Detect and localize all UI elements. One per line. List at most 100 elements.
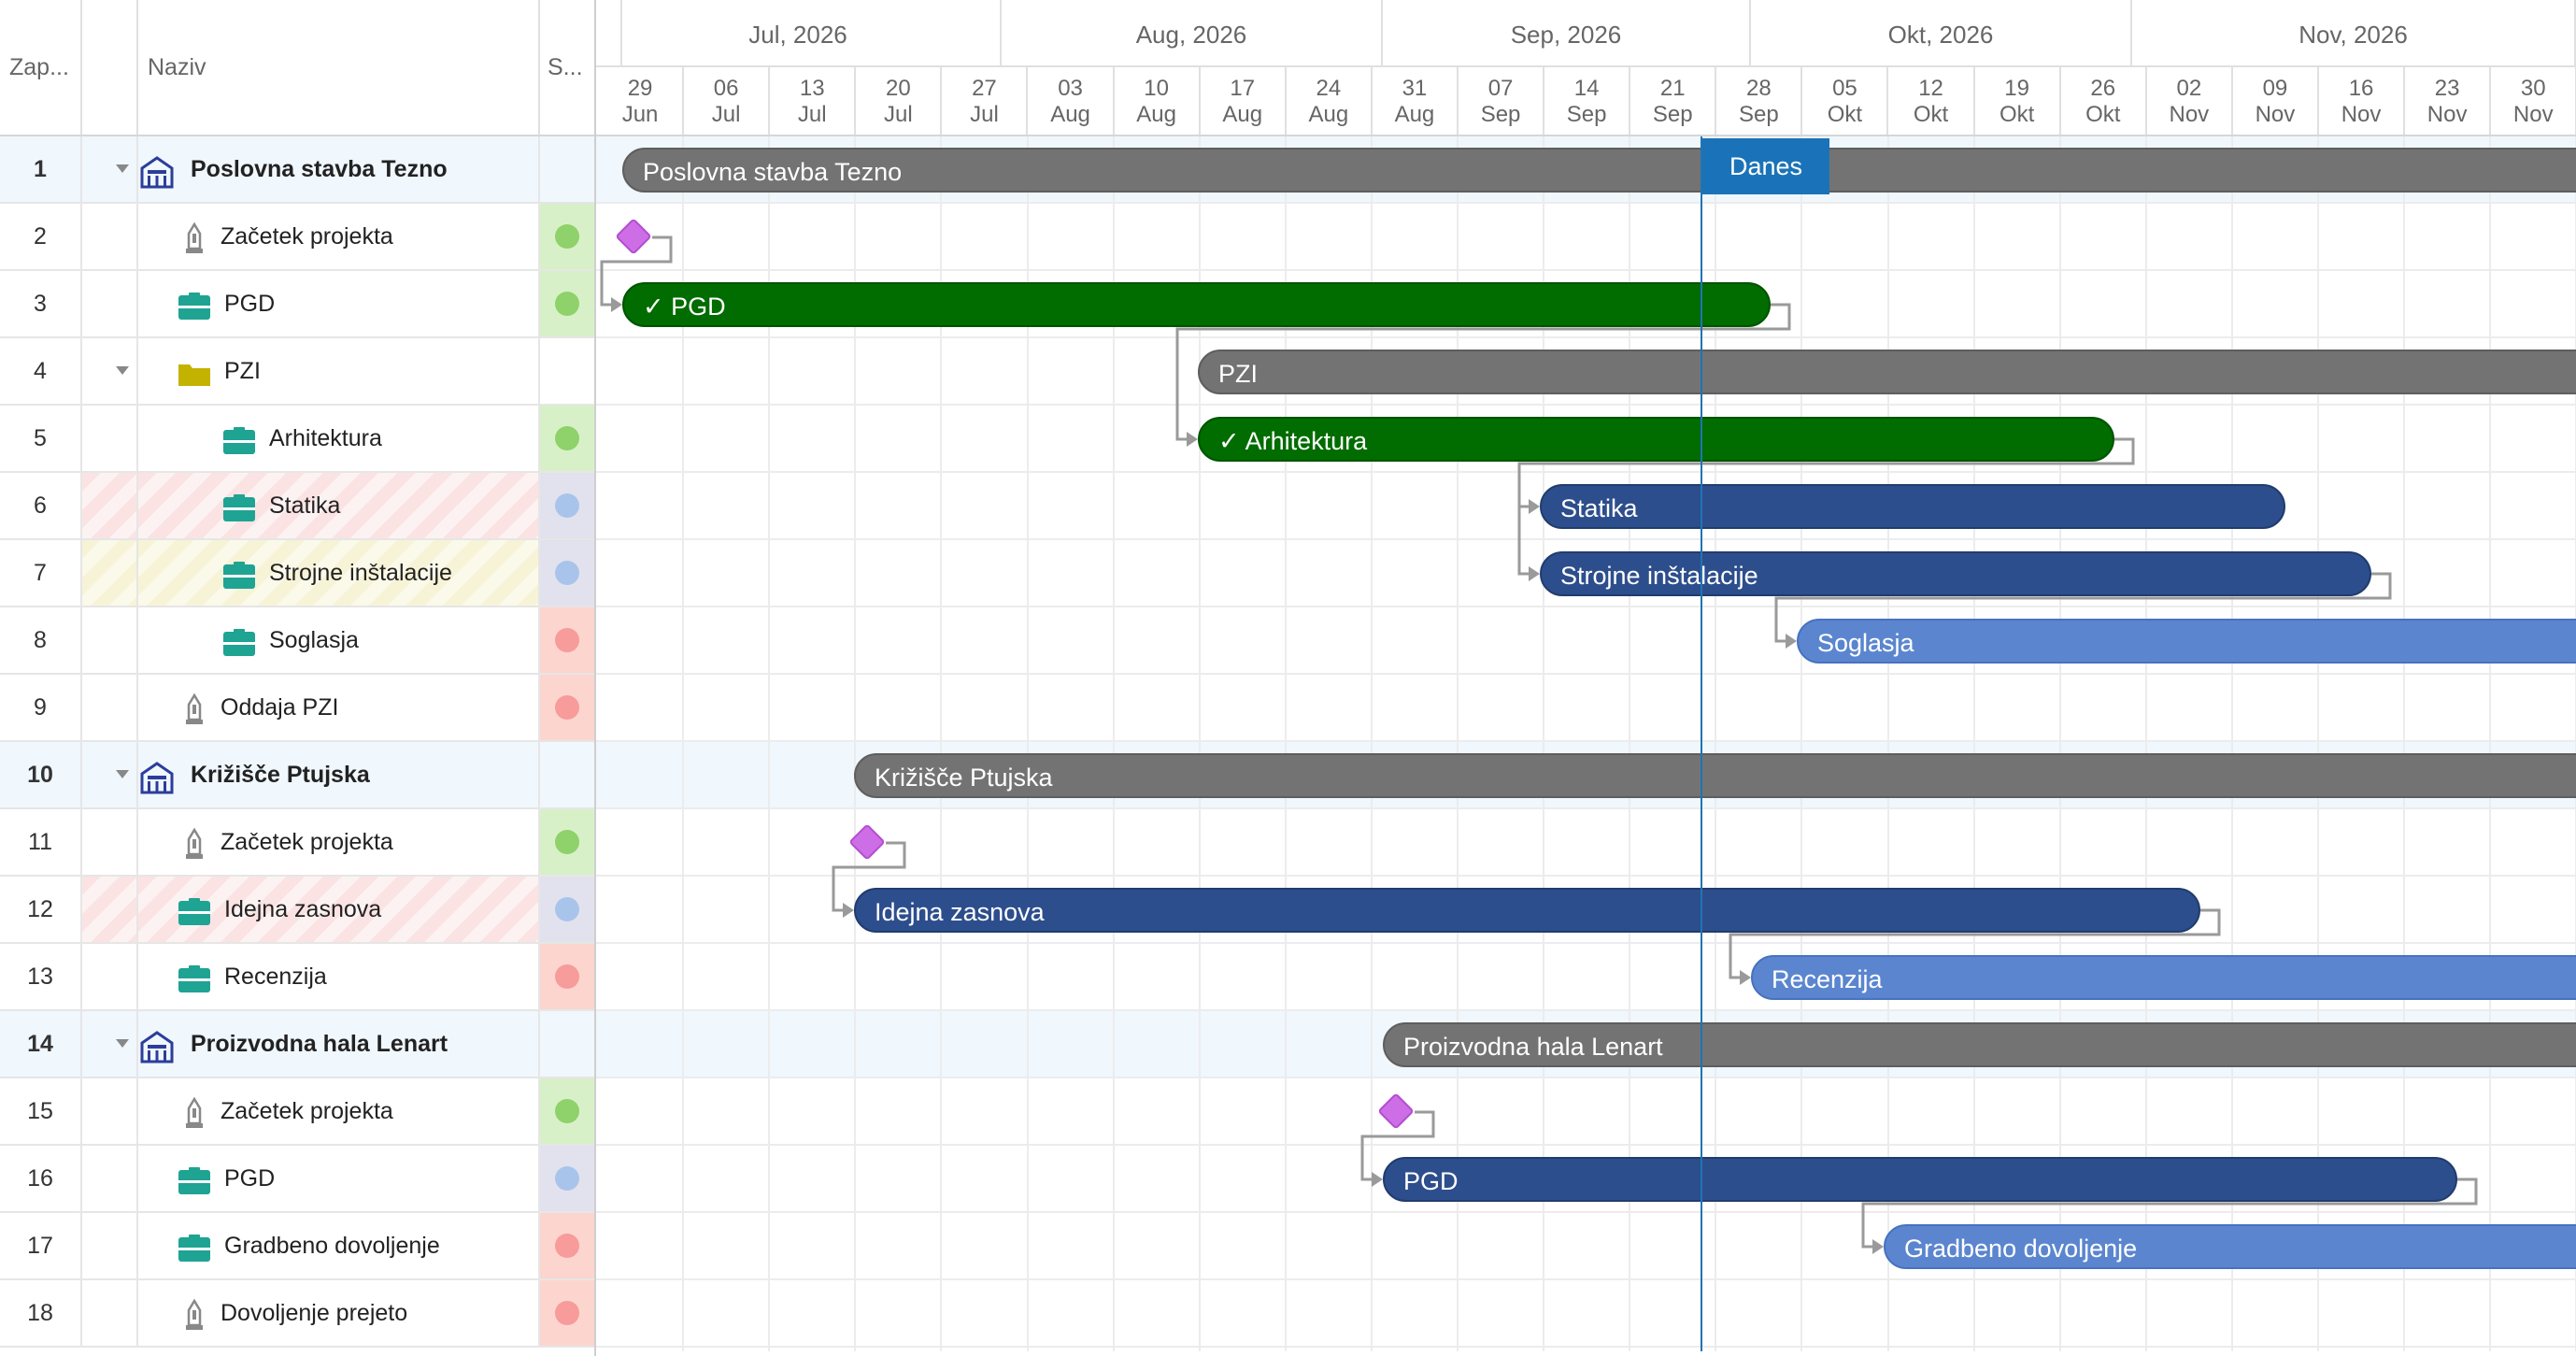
- status-cell[interactable]: [540, 204, 594, 269]
- task-name-cell[interactable]: Začetek projekta: [138, 1078, 540, 1144]
- grid-row[interactable]: 1 Poslovna stavba Tezno: [0, 136, 594, 204]
- status-cell[interactable]: [540, 877, 594, 942]
- column-header-number[interactable]: Zap...: [0, 0, 82, 135]
- collapse-caret-icon[interactable]: [116, 366, 129, 375]
- task-name: Idejna zasnova: [224, 896, 382, 922]
- task-name: PZI: [224, 358, 261, 384]
- row-spacer: [82, 338, 138, 404]
- task-name-cell[interactable]: PGD: [138, 271, 540, 336]
- task-name-cell[interactable]: Dovoljenje prejeto: [138, 1280, 540, 1346]
- grid-row[interactable]: 5 Arhitektura: [0, 406, 594, 473]
- today-label: Danes: [1702, 138, 1829, 194]
- status-dot: [555, 964, 579, 989]
- grid-row[interactable]: 15 Začetek projekta: [0, 1078, 594, 1146]
- column-header-blank[interactable]: [82, 0, 138, 135]
- task-name-cell[interactable]: Soglasja: [138, 607, 540, 673]
- task-name-cell[interactable]: Strojne inštalacije: [138, 540, 540, 606]
- status-cell[interactable]: [540, 473, 594, 538]
- row-number: 4: [0, 338, 82, 404]
- grid-row[interactable]: 6 Statika: [0, 473, 594, 540]
- row-spacer: [82, 1011, 138, 1077]
- dependency-line: [600, 236, 673, 307]
- status-cell[interactable]: [540, 540, 594, 606]
- grid-row[interactable]: 8 Soglasja: [0, 607, 594, 675]
- gantt-chart: Jul, 2026 Aug, 2026 Sep, 2026 Okt, 2026 Nov,…: [596, 0, 2576, 1356]
- row-spacer: [82, 204, 138, 269]
- collapse-caret-icon[interactable]: [116, 1039, 129, 1048]
- row-number: 12: [0, 877, 82, 942]
- dependency-arrow-icon: [1740, 970, 1751, 985]
- status-cell[interactable]: [540, 1078, 594, 1144]
- task-name: Začetek projekta: [221, 223, 393, 250]
- row-spacer: [82, 1213, 138, 1278]
- column-header-status[interactable]: S...: [540, 0, 594, 135]
- task-name: Križišče Ptujska: [191, 762, 370, 788]
- task-name-cell[interactable]: PGD: [138, 1146, 540, 1211]
- task-name-cell[interactable]: Začetek projekta: [138, 204, 540, 269]
- row-number: 17: [0, 1213, 82, 1278]
- grid-row[interactable]: 16 PGD: [0, 1146, 594, 1213]
- task-name-cell[interactable]: PZI: [116, 338, 540, 404]
- task-name-cell[interactable]: Začetek projekta: [138, 809, 540, 875]
- status-cell[interactable]: [540, 338, 594, 404]
- column-header-name[interactable]: Naziv: [138, 0, 540, 135]
- task-name-cell[interactable]: Križišče Ptujska: [116, 742, 540, 807]
- row-number: 11: [0, 809, 82, 875]
- status-cell[interactable]: [540, 1213, 594, 1278]
- task-name: Arhitektura: [269, 425, 382, 451]
- grid-row[interactable]: 14 Proizvodna hala Lenart: [0, 1011, 594, 1078]
- task-name: Statika: [269, 492, 341, 519]
- status-dot: [555, 1166, 579, 1191]
- gantt-app: Zap... Naziv S... 1 Poslovna stavba Tezno…: [0, 0, 2576, 1356]
- grid-row[interactable]: 17 Gradbeno dovoljenje: [0, 1213, 594, 1280]
- row-spacer: [82, 809, 138, 875]
- grid-row[interactable]: 10 Križišče Ptujska: [0, 742, 594, 809]
- row-number: 6: [0, 473, 82, 538]
- grid-row[interactable]: 12 Idejna zasnova: [0, 877, 594, 944]
- dependency-line: [1175, 303, 1791, 441]
- grid-row[interactable]: 7 Strojne inštalacije: [0, 540, 594, 607]
- task-name-cell[interactable]: Proizvodna hala Lenart: [116, 1011, 540, 1077]
- status-cell[interactable]: [540, 271, 594, 336]
- task-name-cell[interactable]: Gradbeno dovoljenje: [138, 1213, 540, 1278]
- status-dot: [555, 561, 579, 585]
- task-name: Proizvodna hala Lenart: [191, 1031, 448, 1057]
- status-cell[interactable]: [540, 675, 594, 740]
- dependency-line: [1360, 1110, 1435, 1181]
- status-cell[interactable]: [540, 944, 594, 1009]
- grid-row[interactable]: 4 PZI: [0, 338, 594, 406]
- collapse-caret-icon[interactable]: [116, 164, 129, 173]
- status-dot: [555, 1301, 579, 1325]
- task-name: PGD: [224, 291, 276, 317]
- status-cell[interactable]: [540, 809, 594, 875]
- status-cell[interactable]: [540, 607, 594, 673]
- grid-header: Zap... Naziv S...: [0, 0, 594, 136]
- grid-row[interactable]: 13 Recenzija: [0, 944, 594, 1011]
- task-name-cell[interactable]: Oddaja PZI: [138, 675, 540, 740]
- grid-row[interactable]: 9 Oddaja PZI: [0, 675, 594, 742]
- task-name-cell[interactable]: Arhitektura: [138, 406, 540, 471]
- row-spacer: [82, 944, 138, 1009]
- row-spacer: [82, 742, 138, 807]
- status-cell[interactable]: [540, 136, 594, 202]
- grid-row[interactable]: 2 Začetek projekta: [0, 204, 594, 271]
- status-cell[interactable]: [540, 742, 594, 807]
- task-name-cell[interactable]: Recenzija: [138, 944, 540, 1009]
- dependency-line: [1517, 437, 2135, 576]
- task-name-cell[interactable]: Idejna zasnova: [138, 877, 540, 942]
- status-cell[interactable]: [540, 1280, 594, 1346]
- row-spacer: [82, 540, 138, 606]
- row-number: 10: [0, 742, 82, 807]
- grid-row[interactable]: 3 PGD: [0, 271, 594, 338]
- task-name-cell[interactable]: Statika: [138, 473, 540, 538]
- grid-row[interactable]: 18 Dovoljenje prejeto: [0, 1280, 594, 1348]
- status-cell[interactable]: [540, 1146, 594, 1211]
- dependency-links: [600, 236, 2478, 1254]
- status-cell[interactable]: [540, 406, 594, 471]
- task-name-cell[interactable]: Poslovna stavba Tezno: [116, 136, 540, 202]
- status-cell[interactable]: [540, 1011, 594, 1077]
- collapse-caret-icon[interactable]: [116, 770, 129, 778]
- row-number: 9: [0, 675, 82, 740]
- status-dot: [555, 1234, 579, 1258]
- grid-row[interactable]: 11 Začetek projekta: [0, 809, 594, 877]
